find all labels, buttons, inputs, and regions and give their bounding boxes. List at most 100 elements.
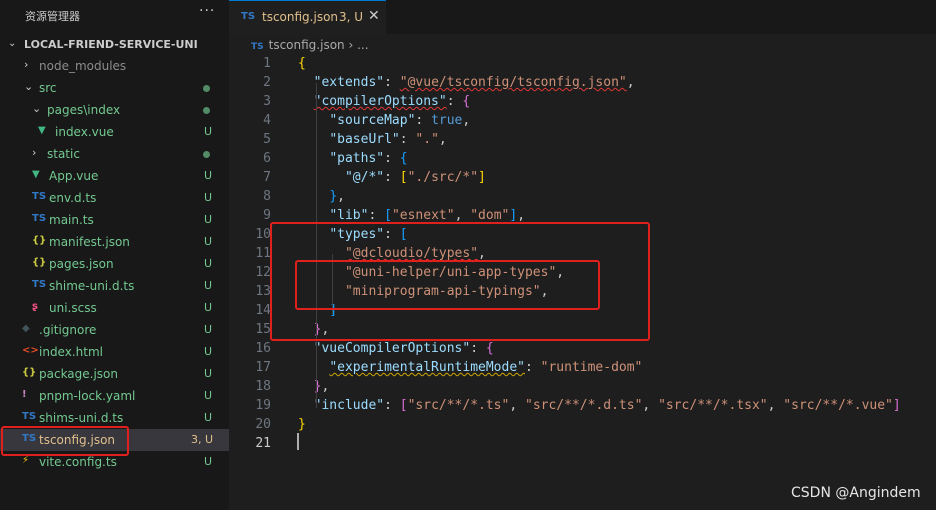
highlight-box-new-types bbox=[295, 260, 600, 310]
code-text: "@/*": ["./src/*"] bbox=[344, 170, 486, 185]
tree-item-label: src bbox=[39, 81, 57, 95]
line-number: 15 bbox=[255, 322, 271, 337]
code-text: "include": ["src/**/*.ts", "src/**/*.d.t… bbox=[313, 398, 901, 413]
tree-item[interactable]: ! pnpm-lock.yaml U bbox=[0, 385, 229, 407]
tree-item[interactable]: {} package.json U bbox=[0, 363, 229, 385]
tree-item[interactable]: TS main.ts U bbox=[0, 209, 229, 231]
tree-item-label: vite.config.ts bbox=[39, 455, 117, 469]
line-number: 16 bbox=[255, 341, 271, 356]
yaml-icon: ! bbox=[22, 389, 27, 400]
tree-item[interactable]: ⌄ pages\index bbox=[0, 99, 229, 121]
typescript-icon: TS bbox=[32, 213, 47, 224]
tree-item[interactable]: ▼ App.vue U bbox=[0, 165, 229, 187]
git-status-badge: U bbox=[204, 367, 213, 380]
code-line[interactable]: 8 }, bbox=[229, 188, 936, 207]
tree-item-label: shims-uni.d.ts bbox=[39, 411, 124, 425]
json-icon: {} bbox=[32, 235, 47, 246]
git-status-badge: U bbox=[204, 169, 213, 182]
code-line[interactable]: 2 "extends": "@vue/tsconfig/tsconfig.jso… bbox=[229, 74, 936, 93]
vite-icon: ⚡ bbox=[22, 455, 30, 466]
chevron-right-icon: › bbox=[32, 146, 37, 159]
tree-item[interactable]: TS env.d.ts U bbox=[0, 187, 229, 209]
code-line[interactable]: 18 }, bbox=[229, 378, 936, 397]
line-number: 17 bbox=[255, 360, 271, 375]
breadcrumb[interactable]: TS tsconfig.json › ... bbox=[251, 38, 369, 52]
code-line[interactable]: 1{ bbox=[229, 55, 936, 74]
code-text: "vueCompilerOptions": { bbox=[313, 341, 494, 356]
line-number: 5 bbox=[263, 132, 271, 147]
code-text: "lib": ["esnext", "dom"], bbox=[329, 208, 526, 223]
line-number: 10 bbox=[255, 227, 271, 242]
text-cursor bbox=[297, 433, 299, 450]
tree-item-label: static bbox=[47, 147, 80, 161]
tree-item-label: App.vue bbox=[49, 169, 99, 183]
tree-item-label: env.d.ts bbox=[49, 191, 97, 205]
json-icon: {} bbox=[22, 367, 37, 378]
typescript-icon: TS bbox=[32, 191, 47, 202]
tree-item[interactable]: TS shime-uni.d.ts U bbox=[0, 275, 229, 297]
code-line[interactable]: 21 bbox=[229, 435, 936, 454]
code-text: "paths": { bbox=[329, 151, 408, 166]
code-line[interactable]: 5 "baseUrl": ".", bbox=[229, 131, 936, 150]
code-line[interactable]: 19 "include": ["src/**/*.ts", "src/**/*.… bbox=[229, 397, 936, 416]
close-icon[interactable]: ✕ bbox=[368, 8, 380, 24]
tree-item-label: uni.scss bbox=[49, 301, 97, 315]
line-number: 19 bbox=[255, 398, 271, 413]
code-line[interactable]: 6 "paths": { bbox=[229, 150, 936, 169]
tree-item-label: pages\index bbox=[47, 103, 121, 117]
tree-item[interactable]: ʂ uni.scss U bbox=[0, 297, 229, 319]
tree-item[interactable]: › static bbox=[0, 143, 229, 165]
line-number: 8 bbox=[263, 189, 271, 204]
code-line[interactable]: 20} bbox=[229, 416, 936, 435]
git-status-badge: U bbox=[204, 125, 213, 138]
tree-item[interactable]: ◆ .gitignore U bbox=[0, 319, 229, 341]
tab-bar: TS tsconfig.json 3, U ✕ bbox=[229, 0, 936, 34]
line-number: 7 bbox=[263, 170, 271, 185]
tree-item[interactable]: ▼ index.vue U bbox=[0, 121, 229, 143]
project-name: LOCAL-FRIEND-SERVICE-UNI bbox=[24, 38, 198, 51]
code-line[interactable]: 16 "vueCompilerOptions": { bbox=[229, 340, 936, 359]
json-icon: {} bbox=[32, 257, 47, 268]
highlight-box-tsconfig-file bbox=[1, 426, 129, 456]
line-number: 11 bbox=[255, 246, 271, 261]
tree-item[interactable]: ⌄ src bbox=[0, 77, 229, 99]
project-root[interactable]: ⌄ LOCAL-FRIEND-SERVICE-UNI bbox=[0, 34, 229, 56]
code-line[interactable]: 4 "sourceMap": true, bbox=[229, 112, 936, 131]
code-line[interactable]: 17 "experimentalRuntimeMode": "runtime-d… bbox=[229, 359, 936, 378]
git-status-badge: U bbox=[204, 301, 213, 314]
breadcrumb-file[interactable]: tsconfig.json bbox=[269, 38, 345, 52]
line-number: 2 bbox=[263, 75, 271, 90]
line-number: 12 bbox=[255, 265, 271, 280]
line-number: 3 bbox=[263, 94, 271, 109]
git-status-badge: U bbox=[204, 279, 213, 292]
tree-item-label: package.json bbox=[39, 367, 119, 381]
tree-item-label: index.vue bbox=[55, 125, 114, 139]
git-status-badge: 3, U bbox=[191, 433, 214, 446]
breadcrumb-more[interactable]: ... bbox=[357, 38, 368, 52]
git-status-badge: U bbox=[204, 213, 213, 226]
code-text: }, bbox=[329, 189, 345, 204]
tab-problem-badge: 3, U bbox=[339, 10, 364, 24]
chevron-down-icon: ⌄ bbox=[8, 38, 17, 49]
git-modified-dot bbox=[203, 85, 210, 92]
editor-area: TS tsconfig.json 3, U ✕ TS tsconfig.json … bbox=[229, 0, 936, 510]
line-number: 4 bbox=[263, 113, 271, 128]
vue-icon: ▼ bbox=[32, 169, 40, 180]
sass-icon: ʂ bbox=[32, 301, 38, 312]
code-line[interactable]: 3 "compilerOptions": { bbox=[229, 93, 936, 112]
tree-item[interactable]: {} manifest.json U bbox=[0, 231, 229, 253]
typescript-icon: TS bbox=[251, 42, 264, 52]
tab-label: tsconfig.json bbox=[262, 10, 339, 24]
code-text: "sourceMap": true, bbox=[329, 113, 471, 128]
tree-item[interactable]: {} pages.json U bbox=[0, 253, 229, 275]
more-actions-icon[interactable]: ··· bbox=[199, 3, 215, 19]
tree-item[interactable]: › node_modules bbox=[0, 55, 229, 77]
code-line[interactable]: 7 "@/*": ["./src/*"] bbox=[229, 169, 936, 188]
tree-item-label: pages.json bbox=[49, 257, 114, 271]
tree-item-label: index.html bbox=[39, 345, 103, 359]
tab-tsconfig[interactable]: TS tsconfig.json 3, U ✕ bbox=[229, 0, 386, 34]
tree-item[interactable]: <> index.html U bbox=[0, 341, 229, 363]
tree-item-label: shime-uni.d.ts bbox=[49, 279, 135, 293]
line-number: 13 bbox=[255, 284, 271, 299]
line-number: 1 bbox=[263, 56, 271, 71]
